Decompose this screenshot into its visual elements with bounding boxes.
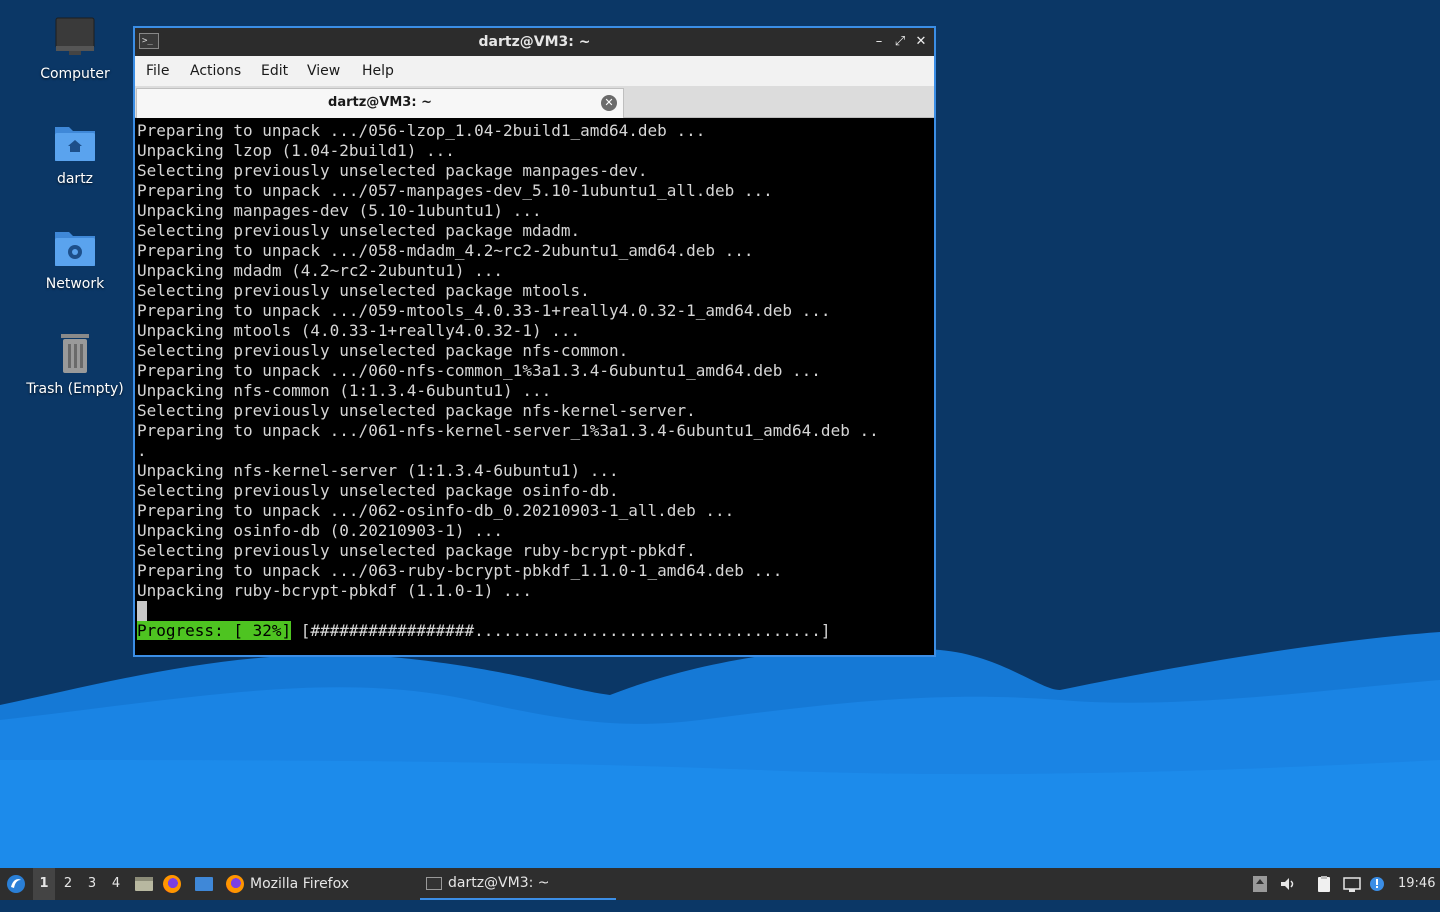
file-manager-icon [135,877,153,891]
terminal-window[interactable]: >_ dartz@VM3: ~ – ⤢ ✕ File Actions Edit … [133,26,936,657]
progress-bar: [#################......................… [291,621,831,640]
firefox-launcher[interactable] [163,868,185,900]
workspace-3[interactable]: 3 [81,868,103,900]
terminal-line: Preparing to unpack .../062-osinfo-db_0.… [137,501,735,520]
terminal-cursor [137,601,147,621]
terminal-line: Unpacking lzop (1.04-2build1) ... [137,141,455,160]
close-button[interactable]: ✕ [912,32,930,52]
update-notifier-icon[interactable] [1368,875,1386,893]
workspace-4[interactable]: 4 [105,868,127,900]
task-label: dartz@VM3: ~ [448,875,550,891]
task-terminal[interactable]: dartz@VM3: ~ [420,868,616,900]
eject-icon[interactable] [1251,875,1269,893]
menu-bar: File Actions Edit View Help [135,56,934,86]
terminal-line: Preparing to unpack .../060-nfs-common_1… [137,361,821,380]
show-desktop-icon [195,877,213,891]
desktop-icon-label: dartz [56,171,94,187]
terminal-line: Preparing to unpack .../061-nfs-kernel-s… [137,421,879,440]
window-titlebar[interactable]: >_ dartz@VM3: ~ – ⤢ ✕ [135,28,934,56]
terminal-line: Selecting previously unselected package … [137,341,629,360]
tab-title: dartz@VM3: ~ [328,95,432,110]
terminal-line: Preparing to unpack .../057-manpages-dev… [137,181,773,200]
terminal-line: Unpacking ruby-bcrypt-pbkdf (1.1.0-1) ..… [137,581,532,600]
terminal-line: Unpacking mdadm (4.2~rc2-2ubuntu1) ... [137,261,504,280]
taskbar: 1 2 3 4 Mozilla Firefox dartz@VM3: ~ 19:… [0,868,1440,900]
minimize-button[interactable]: – [870,32,888,52]
lubuntu-logo-icon [7,875,25,893]
terminal-output[interactable]: Preparing to unpack .../056-lzop_1.04-2b… [135,118,934,655]
tab-bar: dartz@VM3: ~ ✕ [135,86,934,118]
desktop-icon-label: Network [45,276,105,292]
desktop-icon-label: Computer [40,66,110,82]
computer-icon [51,16,99,60]
desktop-icon-label: Trash (Empty) [26,381,124,397]
terminal-line: Selecting previously unselected package … [137,161,648,180]
desktop-icon-home[interactable]: dartz [15,121,135,187]
desktop-icon-network[interactable]: Network [15,226,135,292]
task-label: Mozilla Firefox [250,876,350,892]
terminal-lines: Preparing to unpack .../056-lzop_1.04-2b… [137,121,879,601]
menu-view[interactable]: View [307,56,340,86]
tab-close-icon[interactable]: ✕ [601,95,617,111]
terminal-line: Selecting previously unselected package … [137,481,619,500]
terminal-line: Selecting previously unselected package … [137,401,696,420]
desktop-icon-trash[interactable]: Trash (Empty) [15,331,135,397]
menu-file[interactable]: File [146,56,169,86]
terminal-line: Unpacking mtools (4.0.33-1+really4.0.32-… [137,321,581,340]
terminal-line: Preparing to unpack .../056-lzop_1.04-2b… [137,121,706,140]
clipboard-icon[interactable] [1315,875,1333,893]
desktop-launcher[interactable] [193,868,215,900]
firefox-icon [226,875,244,893]
trash-icon [51,331,99,375]
terminal-line: Selecting previously unselected package … [137,281,590,300]
network-folder-icon [51,226,99,270]
terminal-line: Unpacking nfs-kernel-server (1:1.3.4-6ub… [137,461,619,480]
menu-edit[interactable]: Edit [261,56,288,86]
firefox-icon [163,875,181,893]
terminal-line: Selecting previously unselected package … [137,221,581,240]
terminal-line: Preparing to unpack .../059-mtools_4.0.3… [137,301,831,320]
terminal-line: Preparing to unpack .../058-mdadm_4.2~rc… [137,241,754,260]
progress-label: Progress: [ 32%] [137,621,292,640]
terminal-line: Unpacking nfs-common (1:1.3.4-6ubuntu1) … [137,381,552,400]
task-firefox[interactable]: Mozilla Firefox [220,868,422,900]
home-folder-icon [51,121,99,165]
desktop-icon-computer[interactable]: Computer [15,16,135,82]
terminal-icon [426,876,442,890]
file-manager-launcher[interactable] [133,868,155,900]
terminal-line: Selecting previously unselected package … [137,541,696,560]
terminal-line: Unpacking manpages-dev (5.10-1ubuntu1) .… [137,201,542,220]
terminal-tab[interactable]: dartz@VM3: ~ ✕ [136,88,624,118]
clock[interactable]: 19:46 [1398,868,1438,900]
workspace-1[interactable]: 1 [33,868,55,900]
apt-progress: Progress: [ 32%] [#################.....… [137,621,831,641]
maximize-button[interactable]: ⤢ [891,32,909,52]
network-icon[interactable] [1343,875,1361,893]
workspace-2[interactable]: 2 [57,868,79,900]
terminal-line: Unpacking osinfo-db (0.20210903-1) ... [137,521,504,540]
menu-help[interactable]: Help [362,56,394,86]
terminal-line: . [137,441,147,460]
terminal-line: Preparing to unpack .../063-ruby-bcrypt-… [137,561,783,580]
start-menu-button[interactable] [4,868,28,900]
volume-icon[interactable] [1279,875,1297,893]
window-title: dartz@VM3: ~ [478,34,591,50]
menu-actions[interactable]: Actions [190,56,241,86]
